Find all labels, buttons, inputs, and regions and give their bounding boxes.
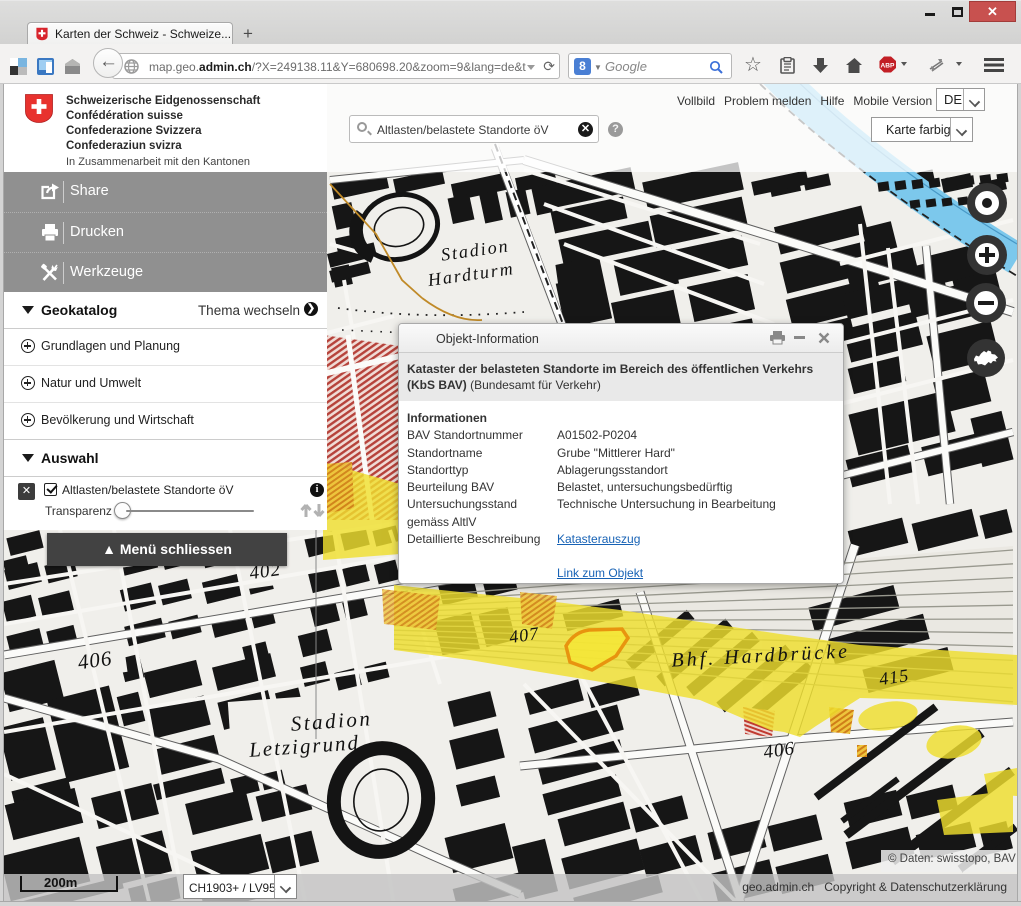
svg-text:406: 406 (76, 646, 114, 675)
svg-text:407: 407 (508, 623, 540, 647)
svg-text:406: 406 (762, 738, 796, 763)
svg-text:415: 415 (878, 665, 910, 689)
svg-text:ABP: ABP (881, 62, 896, 69)
